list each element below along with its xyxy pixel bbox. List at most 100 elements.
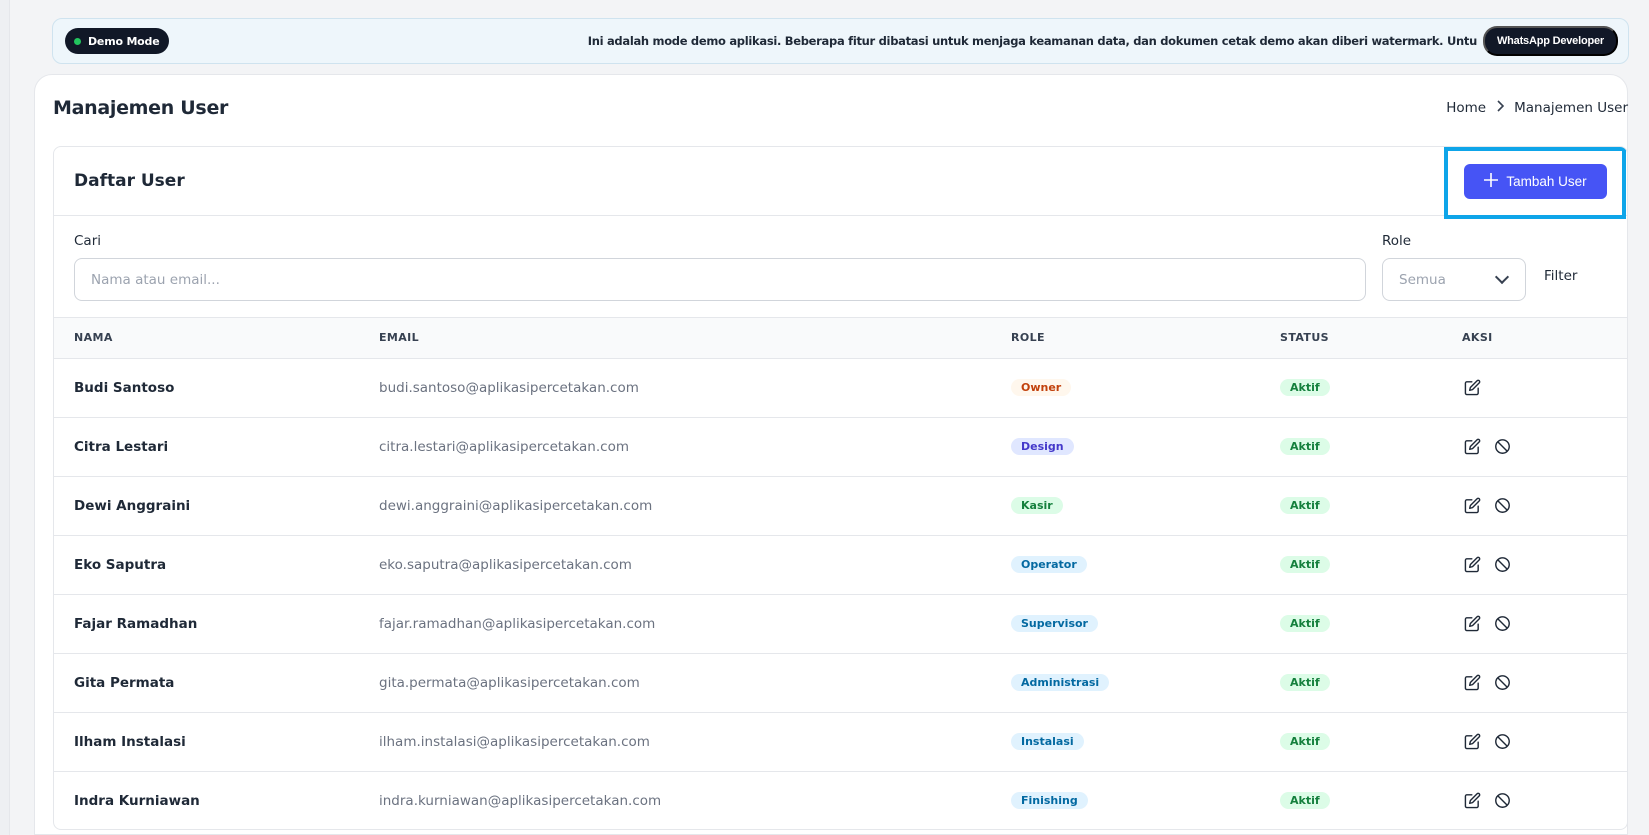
role-badge: Design xyxy=(1011,438,1074,455)
table-row: Gita Permata gita.permata@aplikasiperceta… xyxy=(54,653,1627,712)
filter-bar: Cari Role Semua Filter xyxy=(54,216,1627,318)
table-row: Ilham Instalasi ilham.instalasi@aplikasip… xyxy=(54,712,1627,771)
plus-icon xyxy=(1484,171,1499,191)
disable-icon[interactable] xyxy=(1492,496,1512,516)
disable-icon[interactable] xyxy=(1492,791,1512,811)
role-cell: Operator xyxy=(991,535,1260,594)
page-title: Manajemen User xyxy=(53,97,229,119)
filter-button[interactable]: Filter xyxy=(1544,268,1577,284)
edit-icon[interactable] xyxy=(1462,496,1482,516)
actions-cell xyxy=(1442,358,1627,417)
edit-icon[interactable] xyxy=(1462,673,1482,693)
role-select[interactable]: Semua xyxy=(1382,258,1526,301)
status-badge: Aktif xyxy=(1280,733,1330,750)
user-email: gita.permata@aplikasipercetakan.com xyxy=(379,674,640,691)
user-name: Indra Kurniawan xyxy=(74,792,200,809)
user-name: Eko Saputra xyxy=(74,556,167,573)
add-user-button[interactable]: Tambah User xyxy=(1464,164,1607,199)
breadcrumb: Home Manajemen User xyxy=(1446,100,1628,116)
disable-icon[interactable] xyxy=(1492,673,1512,693)
demo-mode-label: Demo Mode xyxy=(88,34,160,48)
user-name: Gita Permata xyxy=(74,674,175,691)
role-cell: Owner xyxy=(991,358,1260,417)
edit-icon[interactable] xyxy=(1462,614,1482,634)
column-header-email: EMAIL xyxy=(379,331,420,345)
user-name: Dewi Anggraini xyxy=(74,497,191,514)
card-title: Daftar User xyxy=(74,171,185,191)
role-cell: Finishing xyxy=(991,771,1260,829)
breadcrumb-home[interactable]: Home xyxy=(1446,100,1486,116)
user-email: fajar.ramadhan@aplikasipercetakan.com xyxy=(379,615,656,632)
column-header-nama: NAMA xyxy=(74,331,113,345)
role-cell: Instalasi xyxy=(991,712,1260,771)
actions-cell xyxy=(1442,476,1627,535)
status-badge: Aktif xyxy=(1280,674,1330,691)
actions-cell xyxy=(1442,594,1627,653)
demo-banner: Demo Mode Ini adalah mode demo aplikasi.… xyxy=(52,18,1629,64)
user-table: NAMA EMAIL ROLE STATUS AKSI Budi Santoso… xyxy=(54,318,1627,829)
column-header-aksi: AKSI xyxy=(1462,331,1493,345)
edit-icon[interactable] xyxy=(1462,732,1482,752)
status-badge: Aktif xyxy=(1280,379,1330,396)
search-input[interactable] xyxy=(74,258,1366,301)
user-name: Ilham Instalasi xyxy=(74,733,186,750)
role-badge: Finishing xyxy=(1011,792,1088,809)
disable-icon[interactable] xyxy=(1492,437,1512,457)
breadcrumb-current: Manajemen User xyxy=(1514,100,1628,116)
table-header-row: NAMA EMAIL ROLE STATUS AKSI xyxy=(54,318,1627,358)
edit-icon[interactable] xyxy=(1462,791,1482,811)
disable-icon[interactable] xyxy=(1492,555,1512,575)
status-badge: Aktif xyxy=(1280,497,1330,514)
demo-mode-badge: Demo Mode xyxy=(65,28,170,54)
role-select-value: Semua xyxy=(1399,271,1446,288)
role-cell: Kasir xyxy=(991,476,1260,535)
status-cell: Aktif xyxy=(1260,594,1442,653)
status-cell: Aktif xyxy=(1260,771,1442,829)
user-email: citra.lestari@aplikasipercetakan.com xyxy=(379,438,629,455)
role-badge: Kasir xyxy=(1011,497,1063,514)
edit-icon[interactable] xyxy=(1462,378,1482,398)
add-user-label: Tambah User xyxy=(1506,174,1587,189)
whatsapp-developer-button[interactable]: WhatsApp Developer xyxy=(1482,26,1618,56)
actions-cell xyxy=(1442,771,1627,829)
table-row: Indra Kurniawan indra.kurniawan@aplikasip… xyxy=(54,771,1627,829)
status-cell: Aktif xyxy=(1260,417,1442,476)
user-name: Budi Santoso xyxy=(74,379,175,396)
edit-icon[interactable] xyxy=(1462,555,1482,575)
user-list-card: Daftar User Tambah User Cari Role Semua … xyxy=(53,146,1628,830)
table-row: Citra Lestari citra.lestari@aplikasiperce… xyxy=(54,417,1627,476)
status-badge: Aktif xyxy=(1280,792,1330,809)
actions-cell xyxy=(1442,535,1627,594)
status-cell: Aktif xyxy=(1260,653,1442,712)
disable-icon[interactable] xyxy=(1492,614,1512,634)
column-header-role: ROLE xyxy=(1011,331,1045,345)
status-badge: Aktif xyxy=(1280,615,1330,632)
edit-icon[interactable] xyxy=(1462,437,1482,457)
role-badge: Instalasi xyxy=(1011,733,1084,750)
search-label: Cari xyxy=(74,233,101,249)
user-email: budi.santoso@aplikasipercetakan.com xyxy=(379,379,639,396)
status-dot-icon xyxy=(74,37,81,45)
table-row: Budi Santoso budi.santoso@aplikasiperceta… xyxy=(54,358,1627,417)
table-row: Eko Saputra eko.saputra@aplikasipercetaka… xyxy=(54,535,1627,594)
user-name: Citra Lestari xyxy=(74,438,169,455)
actions-cell xyxy=(1442,712,1627,771)
card-header: Daftar User Tambah User xyxy=(54,147,1627,219)
user-email: ilham.instalasi@aplikasipercetakan.com xyxy=(379,733,650,750)
status-cell: Aktif xyxy=(1260,358,1442,417)
role-cell: Administrasi xyxy=(991,653,1260,712)
status-cell: Aktif xyxy=(1260,535,1442,594)
role-cell: Design xyxy=(991,417,1260,476)
disable-icon[interactable] xyxy=(1492,732,1512,752)
status-cell: Aktif xyxy=(1260,476,1442,535)
actions-cell xyxy=(1442,417,1627,476)
role-badge: Administrasi xyxy=(1011,674,1110,691)
user-email: indra.kurniawan@aplikasipercetakan.com xyxy=(379,792,662,809)
table-body: Budi Santoso budi.santoso@aplikasiperceta… xyxy=(54,358,1627,829)
role-badge: Supervisor xyxy=(1011,615,1098,632)
actions-cell xyxy=(1442,653,1627,712)
role-cell: Supervisor xyxy=(991,594,1260,653)
chevron-down-icon xyxy=(1494,269,1510,285)
column-header-status: STATUS xyxy=(1280,331,1329,345)
role-badge: Owner xyxy=(1011,379,1072,396)
